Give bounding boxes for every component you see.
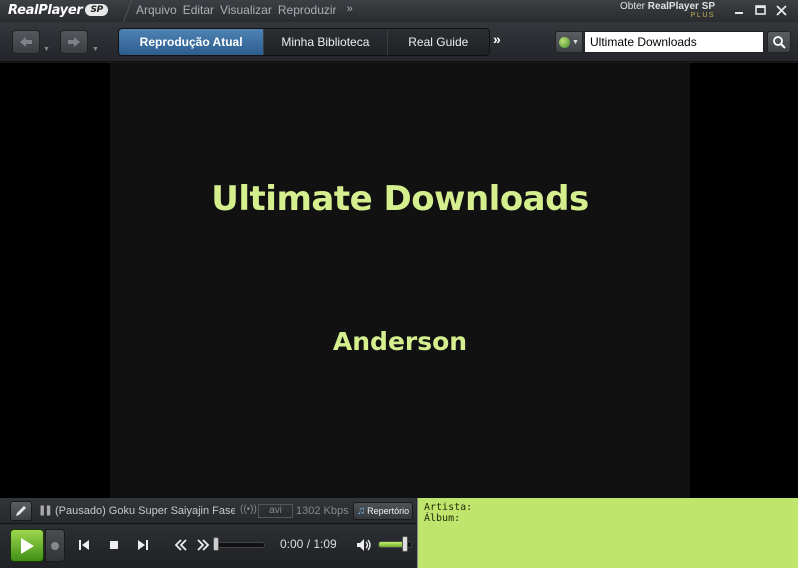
- playlist-label: Repertório: [367, 506, 410, 516]
- search-button[interactable]: [767, 31, 791, 53]
- back-history-dropdown-icon[interactable]: ▼: [43, 46, 50, 53]
- playlist-button[interactable]: ♫ Repertório: [353, 502, 413, 520]
- record-icon: [51, 541, 59, 550]
- clip-info-panel: Artista: Álbum:: [417, 498, 798, 568]
- title-bar: RealPlayer SP Arquivo Editar Visualizar …: [0, 0, 798, 22]
- stop-button[interactable]: [106, 537, 122, 553]
- more-tabs-chevron-icon[interactable]: »: [493, 31, 501, 47]
- status-row: ❚❚ (Pausado) Goku Super Saiyajin Fase 3 …: [0, 498, 416, 524]
- menu-editar[interactable]: Editar: [183, 3, 214, 17]
- back-arrow-icon: [20, 37, 32, 47]
- video-title-text: Ultimate Downloads: [211, 179, 589, 219]
- streaming-signal-icon: ((•)): [240, 504, 257, 515]
- speaker-icon: [357, 539, 371, 551]
- bitrate-text: 1302 Kbps: [296, 505, 349, 517]
- chevron-down-icon: ▼: [572, 38, 579, 46]
- forward-arrow-icon: [68, 37, 80, 47]
- pencil-icon: [16, 506, 26, 516]
- close-icon: [775, 4, 787, 16]
- logo-text: RealPlayer: [8, 2, 83, 18]
- get-plus-link[interactable]: Obter RealPlayer SP PLUS: [620, 2, 715, 20]
- now-playing-title: (Pausado) Goku Super Saiyajin Fase 3: [55, 505, 235, 517]
- tab-minha-biblioteca[interactable]: Minha Biblioteca: [264, 29, 388, 55]
- video-area[interactable]: Ultimate Downloads Anderson: [0, 63, 798, 498]
- album-label: Álbum:: [424, 513, 461, 524]
- minimize-button[interactable]: [731, 2, 747, 18]
- menu-reproduzir[interactable]: Reproduzir: [278, 3, 337, 17]
- navigation-bar: ▼ ▼ Reprodução Atual Minha Biblioteca Re…: [0, 22, 798, 62]
- minimize-icon: [735, 12, 743, 14]
- video-subtitle-text: Anderson: [332, 327, 468, 356]
- play-icon: [21, 537, 34, 554]
- menu-more-chevron-icon[interactable]: »: [347, 3, 353, 17]
- seek-bar[interactable]: [215, 542, 265, 548]
- skip-forward-icon: [138, 540, 148, 550]
- globe-icon: [559, 36, 571, 48]
- forward-history-dropdown-icon[interactable]: ▼: [92, 46, 99, 53]
- fast-forward-button[interactable]: [195, 537, 211, 553]
- mute-button[interactable]: [355, 537, 373, 553]
- realplayer-logo[interactable]: RealPlayer SP: [8, 1, 108, 19]
- video-frame[interactable]: Ultimate Downloads Anderson: [110, 63, 690, 498]
- seek-handle[interactable]: [213, 537, 219, 551]
- logo-divider: [105, 0, 133, 22]
- close-button[interactable]: [773, 2, 789, 18]
- paused-indicator-icon: ❚❚: [38, 505, 53, 516]
- search-input[interactable]: [584, 31, 764, 53]
- file-format-badge: avi: [258, 504, 293, 518]
- tab-reproducao-atual[interactable]: Reprodução Atual: [119, 29, 265, 55]
- logo-badge: SP: [85, 4, 108, 16]
- forward-button[interactable]: [60, 30, 88, 54]
- music-note-icon: ♫: [356, 505, 366, 517]
- transport-controls: 0:00 / 1:09: [0, 525, 416, 568]
- edit-clip-info-button[interactable]: [10, 501, 32, 521]
- get-plus-tier: PLUS: [690, 12, 716, 19]
- artist-label: Artista:: [424, 502, 473, 513]
- maximize-button[interactable]: [752, 2, 768, 18]
- record-button[interactable]: [45, 529, 65, 562]
- search-icon: [773, 36, 786, 49]
- tab-real-guide[interactable]: Real Guide: [388, 29, 489, 55]
- maximize-icon: [754, 5, 766, 15]
- skip-back-icon: [79, 540, 89, 550]
- get-plus-prefix: Obter: [620, 1, 648, 12]
- playback-time: 0:00 / 1:09: [280, 537, 337, 551]
- menu-arquivo[interactable]: Arquivo: [136, 3, 177, 17]
- fast-forward-icon: [197, 539, 210, 551]
- rewind-button[interactable]: [173, 537, 189, 553]
- rewind-icon: [174, 539, 187, 551]
- menu-bar: Arquivo Editar Visualizar Reproduzir »: [136, 3, 353, 17]
- previous-button[interactable]: [76, 537, 92, 553]
- control-panel: ❚❚ (Pausado) Goku Super Saiyajin Fase 3 …: [0, 498, 798, 568]
- search-provider-button[interactable]: ▼: [555, 31, 583, 53]
- play-button[interactable]: [10, 529, 44, 562]
- volume-fill: [379, 542, 405, 547]
- main-tabs: Reprodução Atual Minha Biblioteca Real G…: [118, 28, 490, 56]
- stop-icon: [110, 541, 118, 549]
- back-button[interactable]: [12, 30, 40, 54]
- volume-handle[interactable]: [402, 536, 409, 552]
- next-button[interactable]: [135, 537, 151, 553]
- menu-visualizar[interactable]: Visualizar: [220, 3, 272, 17]
